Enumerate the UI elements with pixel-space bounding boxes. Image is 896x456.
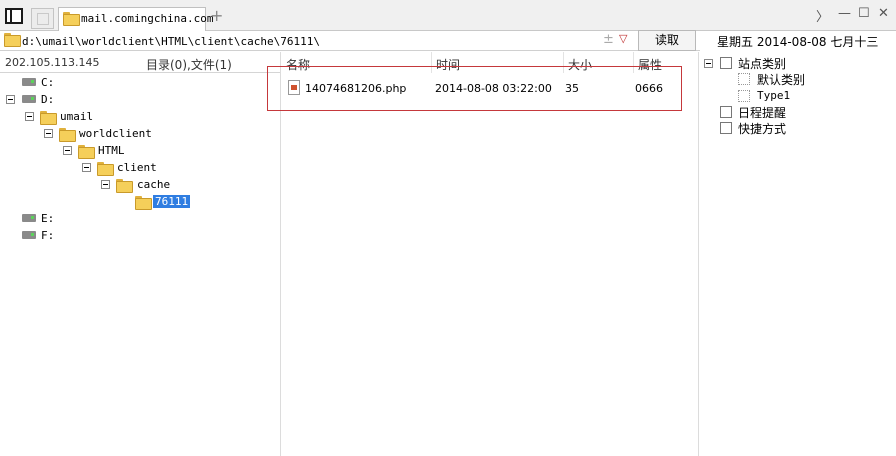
panel-divider[interactable] — [280, 52, 281, 456]
folder-tree: C: D: umail worldclient HTML client cach… — [0, 73, 280, 456]
clock-icon — [720, 106, 732, 118]
pin-icon[interactable]: ± — [603, 32, 614, 47]
minimize-button[interactable]: — — [838, 6, 851, 21]
folder-icon — [59, 128, 76, 142]
collapse-icon[interactable] — [101, 180, 110, 189]
shortcut-icon — [720, 122, 732, 134]
tab-label: mail.comingchina.com — [81, 12, 214, 25]
date-display: 星期五 2014-08-08 七月十三 — [717, 35, 879, 49]
tree-node-label: umail — [60, 110, 94, 123]
blank-page-icon — [37, 13, 49, 25]
collapse-icon[interactable] — [25, 112, 34, 121]
directory-summary: 目录(0),文件(1) — [146, 58, 232, 72]
collapse-icon[interactable] — [44, 129, 53, 138]
tree-node-label: HTML — [98, 144, 125, 157]
new-tab-button[interactable]: + — [210, 6, 223, 25]
shortcut-label: 快捷方式 — [738, 122, 787, 136]
tree-node-label: cache — [137, 178, 171, 191]
address-input[interactable] — [22, 33, 597, 49]
site-category-label: 站点类别 — [738, 57, 787, 71]
drive-icon — [22, 231, 36, 239]
ip-address: 202.105.113.145 — [5, 56, 100, 69]
tab-bar: mail.comingchina.com + 〉 — ☐ ✕ — [0, 0, 896, 32]
read-button[interactable]: 读取 — [638, 30, 696, 51]
type1-label: Type1 — [757, 89, 791, 102]
drive-icon — [22, 214, 36, 222]
tab-active[interactable]: mail.comingchina.com — [58, 7, 213, 32]
category-icon — [720, 57, 732, 69]
folder-icon — [4, 33, 21, 47]
folder-icon — [78, 145, 95, 159]
left-panel-header: 202.105.113.145 目录(0),文件(1) — [0, 52, 280, 73]
tree-node-label: E: — [41, 212, 55, 225]
right-panel: 站点类别 默认类别 Type1 日程提醒 快捷方式 — [699, 52, 896, 456]
drive-icon — [22, 78, 36, 86]
default-category-label: 默认类别 — [757, 73, 806, 87]
highlight-box — [267, 66, 682, 111]
category-item-icon — [738, 90, 750, 102]
collapse-icon[interactable] — [704, 59, 713, 68]
forward-icon[interactable]: 〉 — [816, 6, 829, 25]
tree-node-label: C: — [41, 76, 55, 89]
collapse-icon[interactable] — [6, 95, 15, 104]
panel-toggle-icon[interactable] — [5, 8, 23, 24]
collapse-icon[interactable] — [63, 146, 72, 155]
drive-icon — [22, 95, 36, 103]
address-bar: ± ▽ — [0, 31, 700, 51]
home-tab[interactable] — [31, 8, 54, 29]
tree-node-label: worldclient — [79, 127, 152, 140]
collapse-icon[interactable] — [82, 163, 91, 172]
close-button[interactable]: ✕ — [878, 6, 889, 21]
folder-icon — [63, 12, 80, 26]
folder-icon — [97, 162, 114, 176]
schedule-reminder-label: 日程提醒 — [738, 106, 787, 120]
folder-open-icon — [135, 196, 152, 210]
folder-icon — [116, 179, 133, 193]
folder-icon — [40, 111, 57, 125]
tree-node-label: client — [117, 161, 157, 174]
tree-node-label: D: — [41, 93, 55, 106]
tree-node-label-selected: 76111 — [153, 195, 191, 208]
chevron-down-icon[interactable]: ▽ — [619, 32, 627, 45]
maximize-button[interactable]: ☐ — [858, 6, 870, 21]
category-item-icon — [738, 73, 750, 85]
tree-node-label: F: — [41, 229, 55, 242]
